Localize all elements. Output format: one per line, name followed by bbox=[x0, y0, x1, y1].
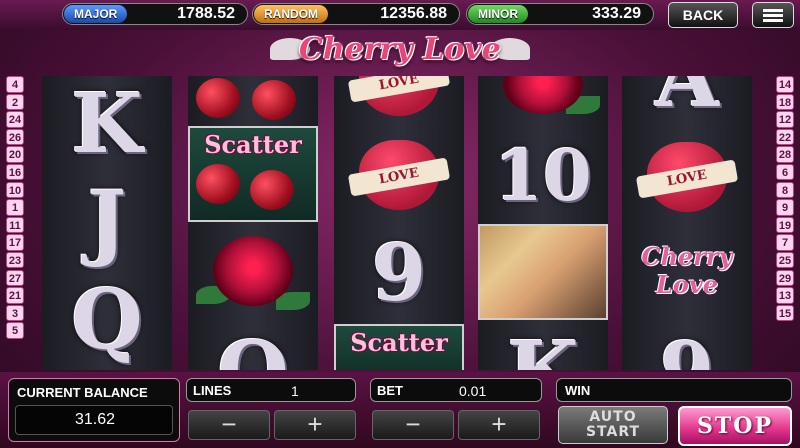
symbol-9: 9 bbox=[622, 324, 752, 370]
cherry-love-line1: Cherry bbox=[641, 242, 733, 271]
bet-plus-button[interactable]: + bbox=[458, 410, 540, 440]
start-label: START bbox=[585, 424, 641, 440]
reel-2: Scatter Q bbox=[188, 76, 318, 370]
cherry-icon bbox=[196, 164, 240, 204]
lines-minus-button[interactable]: − bbox=[188, 410, 270, 440]
love-heart-icon: LOVE bbox=[635, 142, 739, 212]
bet-value: 0.01 bbox=[459, 383, 487, 399]
back-button[interactable]: BACK bbox=[668, 2, 738, 28]
balance-value: 31.62 bbox=[75, 411, 116, 428]
symbol-cherry-love: Cherry Love bbox=[622, 226, 752, 322]
payline-number: 1 bbox=[6, 199, 24, 216]
symbol-love-heart: LOVE bbox=[334, 76, 464, 122]
reel-3: LOVE LOVE 9 Scatter bbox=[334, 76, 464, 370]
payline-number: 24 bbox=[6, 111, 24, 128]
lines-label: LINES bbox=[193, 383, 232, 398]
jackpot-major: MAJOR 1788.52 bbox=[62, 3, 248, 25]
payline-number: 6 bbox=[776, 163, 794, 181]
payline-number: 22 bbox=[776, 128, 794, 146]
auto-start-button[interactable]: AUTO START bbox=[558, 406, 668, 444]
symbol-q: Q bbox=[71, 272, 143, 368]
symbol-q: Q bbox=[188, 324, 318, 370]
lines-panel: LINES 1 bbox=[186, 378, 356, 402]
symbol-10: 10 bbox=[494, 134, 592, 217]
symbol-rose bbox=[478, 76, 608, 122]
jackpot-major-value: 1788.52 bbox=[177, 5, 235, 22]
payline-number: 29 bbox=[776, 269, 794, 287]
payline-number: 12 bbox=[776, 111, 794, 128]
jackpot-minor-label: MINOR bbox=[468, 5, 528, 23]
payline-number: 20 bbox=[6, 146, 24, 163]
win-panel: WIN bbox=[556, 378, 792, 402]
payline-number: 17 bbox=[6, 234, 24, 251]
payline-number: 10 bbox=[6, 181, 24, 199]
symbol-scatter: Scatter bbox=[334, 324, 464, 370]
payline-numbers-left: 4 2 24 26 20 16 10 1 11 17 23 27 21 3 5 bbox=[6, 76, 24, 340]
payline-number: 9 bbox=[776, 199, 794, 216]
jackpot-minor-value: 333.29 bbox=[592, 5, 641, 22]
symbol-k: K bbox=[478, 324, 608, 370]
scatter-label: Scatter bbox=[350, 328, 448, 357]
symbol-cherries bbox=[188, 76, 318, 124]
bet-minus-button[interactable]: − bbox=[372, 410, 454, 440]
payline-number: 14 bbox=[776, 76, 794, 93]
reel-5: A LOVE Cherry Love 9 bbox=[622, 76, 752, 370]
payline-number: 4 bbox=[6, 76, 24, 93]
rose-icon bbox=[213, 236, 293, 306]
symbol-rose bbox=[188, 226, 318, 322]
cherry-icon bbox=[252, 80, 296, 120]
symbol-portrait bbox=[478, 224, 608, 320]
cherry-icon bbox=[250, 170, 294, 210]
payline-number: 15 bbox=[776, 304, 794, 322]
balance-panel: CURRENT BALANCE 31.62 bbox=[8, 378, 180, 442]
cherry-icon bbox=[196, 78, 240, 118]
payline-number: 21 bbox=[6, 287, 24, 304]
symbol-love-heart: LOVE bbox=[622, 130, 752, 226]
bet-label: BET bbox=[377, 383, 403, 398]
payline-number: 13 bbox=[776, 287, 794, 304]
symbol-a: A bbox=[655, 76, 719, 126]
balance-label: CURRENT BALANCE bbox=[17, 385, 148, 400]
reel-4: 10 K bbox=[478, 76, 608, 370]
payline-number: 7 bbox=[776, 234, 794, 251]
payline-numbers-right: 14 18 12 22 28 6 8 9 19 7 25 29 13 15 bbox=[776, 76, 794, 322]
symbol-k: K bbox=[71, 76, 143, 172]
game-title: Cherry Love bbox=[299, 32, 501, 67]
jackpot-random-value: 12356.88 bbox=[380, 5, 447, 22]
payline-number: 3 bbox=[6, 304, 24, 322]
reel-1: K J Q bbox=[42, 76, 172, 370]
auto-label: AUTO bbox=[589, 409, 637, 425]
stop-button[interactable]: STOP bbox=[678, 406, 792, 446]
payline-number: 26 bbox=[6, 128, 24, 146]
menu-icon[interactable] bbox=[752, 2, 794, 28]
payline-number: 16 bbox=[6, 163, 24, 181]
payline-number: 19 bbox=[776, 216, 794, 234]
lines-plus-button[interactable]: + bbox=[274, 410, 356, 440]
lines-value: 1 bbox=[291, 383, 299, 399]
scatter-label: Scatter bbox=[204, 130, 302, 159]
cherry-love-line2: Love bbox=[655, 270, 719, 299]
jackpot-major-label: MAJOR bbox=[64, 5, 128, 23]
win-label: WIN bbox=[565, 383, 591, 398]
symbol-j: J bbox=[87, 174, 127, 270]
payline-number: 28 bbox=[776, 146, 794, 163]
game-logo: Cherry Love bbox=[264, 30, 536, 74]
bet-panel: BET 0.01 bbox=[370, 378, 542, 402]
symbol-9: 9 bbox=[371, 228, 427, 319]
jackpot-random-label: RANDOM bbox=[254, 5, 328, 23]
symbol-love-heart: LOVE bbox=[334, 130, 464, 226]
payline-number: 25 bbox=[776, 251, 794, 269]
jackpot-minor: MINOR 333.29 bbox=[466, 3, 654, 25]
payline-number: 23 bbox=[6, 251, 24, 269]
payline-number: 11 bbox=[6, 216, 24, 234]
jackpot-random: RANDOM 12356.88 bbox=[252, 3, 460, 25]
love-heart-icon: LOVE bbox=[347, 76, 451, 116]
payline-number: 8 bbox=[776, 181, 794, 199]
love-heart-icon: LOVE bbox=[347, 140, 451, 210]
symbol-scatter: Scatter bbox=[188, 126, 318, 222]
payline-number: 5 bbox=[6, 322, 24, 339]
payline-number: 27 bbox=[6, 269, 24, 287]
payline-number: 18 bbox=[776, 93, 794, 111]
payline-number: 2 bbox=[6, 93, 24, 111]
